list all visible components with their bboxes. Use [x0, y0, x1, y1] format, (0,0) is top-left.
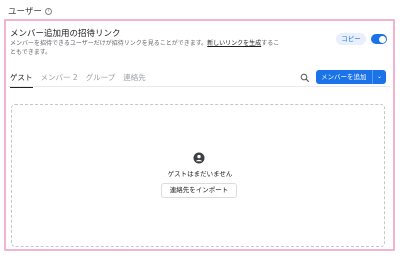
- add-member-label: メンバーを追加: [321, 73, 367, 81]
- invite-desc-pre: メンバーを招待できるユーザーだけが招待リンクを見ることができます。: [10, 40, 208, 47]
- tabs-divider: [8, 86, 390, 87]
- help-circle-icon[interactable]: ?: [44, 7, 52, 15]
- chevron-down-icon[interactable]: ⌄: [377, 70, 386, 84]
- invite-link-title: メンバー追加用の招待リンク: [10, 29, 121, 39]
- empty-state-message: ゲストはまだいません: [167, 170, 233, 178]
- invite-link-description: メンバーを招待できるユーザーだけが招待リンクを見ることができます。新しいリンクを…: [10, 40, 280, 57]
- person-add-icon: [193, 152, 205, 164]
- button-separator: [371, 70, 373, 84]
- generate-new-link[interactable]: 新しいリンクを生成: [207, 40, 261, 47]
- invite-link-toggle[interactable]: [371, 34, 387, 44]
- page-title: ユーザー: [8, 7, 42, 17]
- add-member-button[interactable]: メンバーを追加 ⌄: [316, 70, 386, 84]
- search-icon[interactable]: [300, 73, 310, 83]
- toggle-knob: [378, 35, 386, 43]
- page-header: ユーザー ?: [8, 5, 52, 17]
- import-contacts-button[interactable]: 連絡先をインポート: [161, 183, 237, 198]
- copy-link-button[interactable]: コピー: [336, 33, 366, 45]
